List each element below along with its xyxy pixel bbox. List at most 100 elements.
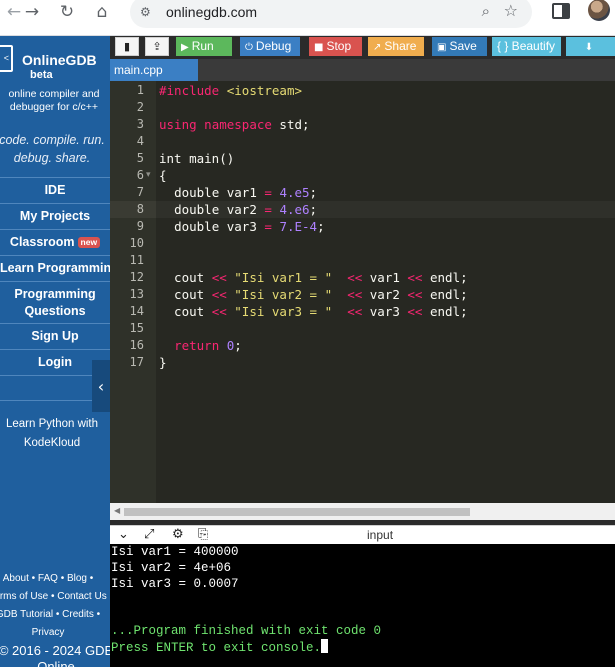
line-number: 8 [136,202,144,216]
upload-file-icon[interactable]: ⇪ [145,37,169,56]
debug-button[interactable]: ⏻ Debug [240,37,300,56]
footer-line-2[interactable]: Terms of Use • Contact Us [0,588,110,606]
collapse-sidebar-icon[interactable]: ‹ [92,360,110,412]
beautify-button[interactable]: { } Beautify [492,37,561,56]
exit-status-line: ...Program finished with exit code 0 [111,624,382,638]
code-line[interactable]: double var2 = 4.e6; [159,201,317,218]
sidebar-item-label: Learn Programming [0,261,110,275]
line-number: 9 [136,219,144,233]
gear-icon[interactable]: ⚙ [172,527,184,543]
site-settings-icon[interactable]: ⚙ [140,5,154,19]
scroll-left-icon[interactable]: ◀ [114,506,120,515]
code-line[interactable]: { [159,167,167,184]
share-label: Share [384,39,417,53]
sidebar-item-programming-questions[interactable]: Programming Questions [0,281,110,323]
output-line-1: Isi var1 = 400000 [111,545,239,559]
code-editor[interactable]: 1 #include <iostream> 2 3 using namespace st… [110,81,615,503]
forward-arrow-icon[interactable]: → [20,0,44,24]
code-line[interactable]: double var1 = 4.e5; [159,184,317,201]
download-button[interactable]: ⬇ [566,37,615,56]
line-number: 2 [136,100,144,114]
line-number: 10 [129,236,144,250]
reload-icon[interactable]: ↻ [55,0,79,24]
line-number: 16 [129,338,144,352]
stop-icon: ■ [314,42,324,53]
browser-toolbar: ← → ↻ ⌂ ⚙ onlinegdb.com ⌕ ☆ [0,0,615,36]
line-number: 7 [136,185,144,199]
new-file-icon[interactable]: ▮ [115,37,139,56]
footer-line-3[interactable]: GDB Tutorial • Credits • [0,606,110,624]
code-line[interactable]: cout << "Isi var2 = " << var2 << endl; [159,286,468,303]
console-label: input [367,528,394,542]
sidebar-item-learn-programming[interactable]: Learn Programming [0,255,110,281]
footer-line-1[interactable]: About • FAQ • Blog • [0,570,110,588]
code-line[interactable]: #include <iostream> [159,82,302,99]
line-number: 11 [129,253,144,267]
code-line[interactable]: cout << "Isi var3 = " << var3 << endl; [159,303,468,320]
tagline: online compiler and debugger for c/c++ [8,88,100,113]
sidebar-item-ide[interactable]: IDE [0,177,110,203]
chevron-down-icon[interactable]: ⌄ [118,527,129,543]
text-cursor [321,639,329,653]
play-icon: ▶ [181,42,189,53]
download-icon: ⬇ [584,42,594,53]
home-icon[interactable]: ⌂ [90,0,114,24]
sidebar-item-label: Programming Questions [14,287,96,318]
code-line[interactable]: } [159,354,167,371]
footer-line-4[interactable]: Privacy [0,624,110,642]
stop-button[interactable]: ■ Stop [309,37,362,56]
line-number: 14 [129,304,144,318]
url-text[interactable]: onlinegdb.com [166,4,257,20]
code-line[interactable]: int main() [159,150,234,167]
line-number: 17 [129,355,144,369]
sidebar-item-sign-up[interactable]: Sign Up [0,323,110,349]
line-number: 15 [129,321,144,335]
fold-arrow-icon[interactable]: ▾ [146,167,151,184]
sidebar-item-label: Classroom [9,235,75,249]
code-line[interactable]: using namespace std; [159,116,310,133]
save-icon: ▣ [437,42,447,53]
sidebar-item-label: Sign Up [31,329,79,343]
new-badge: new [77,237,101,248]
zoom-icon[interactable]: ⌕ [482,2,490,20]
console-output[interactable]: Isi var1 = 400000 Isi var2 = 4e+06 Isi v… [110,544,615,667]
sidebar-item-classroom[interactable]: Classroom new [0,229,110,255]
output-line-3: Isi var3 = 0.0007 [111,577,239,591]
share-button[interactable]: ↗ Share [368,37,424,56]
brand-name[interactable]: OnlineGDB [22,52,97,68]
line-number: 4 [136,134,144,148]
address-bar[interactable]: ⚙ onlinegdb.com ⌕ ☆ [130,0,532,28]
console-header: ⌄ ⤢ ⚙ ⎘ input [110,525,615,544]
sidebar-item-label: IDE [44,183,66,197]
slogan-line-1: code. compile. run. [0,133,105,147]
bookmark-star-icon[interactable]: ☆ [504,1,518,20]
promo-link[interactable]: Learn Python with KodeKloud [0,415,110,453]
tab-main-cpp[interactable]: main.cpp [110,59,198,81]
code-line[interactable]: return 0; [159,337,242,354]
horizontal-scrollbar[interactable]: ◀ [110,503,615,520]
copyright: © 2016 - 2024 GDB Online [0,643,110,667]
save-label: Save [449,39,477,53]
copy-icon[interactable]: ⎘ [198,527,208,543]
run-button[interactable]: ▶ Run [176,37,232,56]
line-number: 6 [136,168,144,182]
line-number: 13 [129,287,144,301]
beta-label: beta [30,69,53,81]
slogan: code. compile. run. debug. share. [0,131,110,167]
logo-icon: < [0,45,13,72]
stop-label: Stop [326,39,352,53]
line-number: 12 [129,270,144,284]
code-line[interactable]: cout << "Isi var1 = " << var1 << endl; [159,269,468,286]
expand-icon[interactable]: ⤢ [144,527,154,543]
slogan-line-2: debug. share. [13,151,91,165]
profile-avatar[interactable] [588,0,610,21]
line-number: 5 [136,151,144,165]
scrollbar-thumb[interactable] [124,508,470,516]
side-panel-icon[interactable] [552,3,570,19]
save-button[interactable]: ▣ Save [432,37,487,56]
promo-line-2: KodeKloud [23,437,81,449]
debug-label: Debug [255,39,292,53]
sidebar-item-my-projects[interactable]: My Projects [0,203,110,229]
code-line[interactable]: double var3 = 7.E-4; [159,218,325,235]
sidebar-item-label: My Projects [19,209,91,223]
